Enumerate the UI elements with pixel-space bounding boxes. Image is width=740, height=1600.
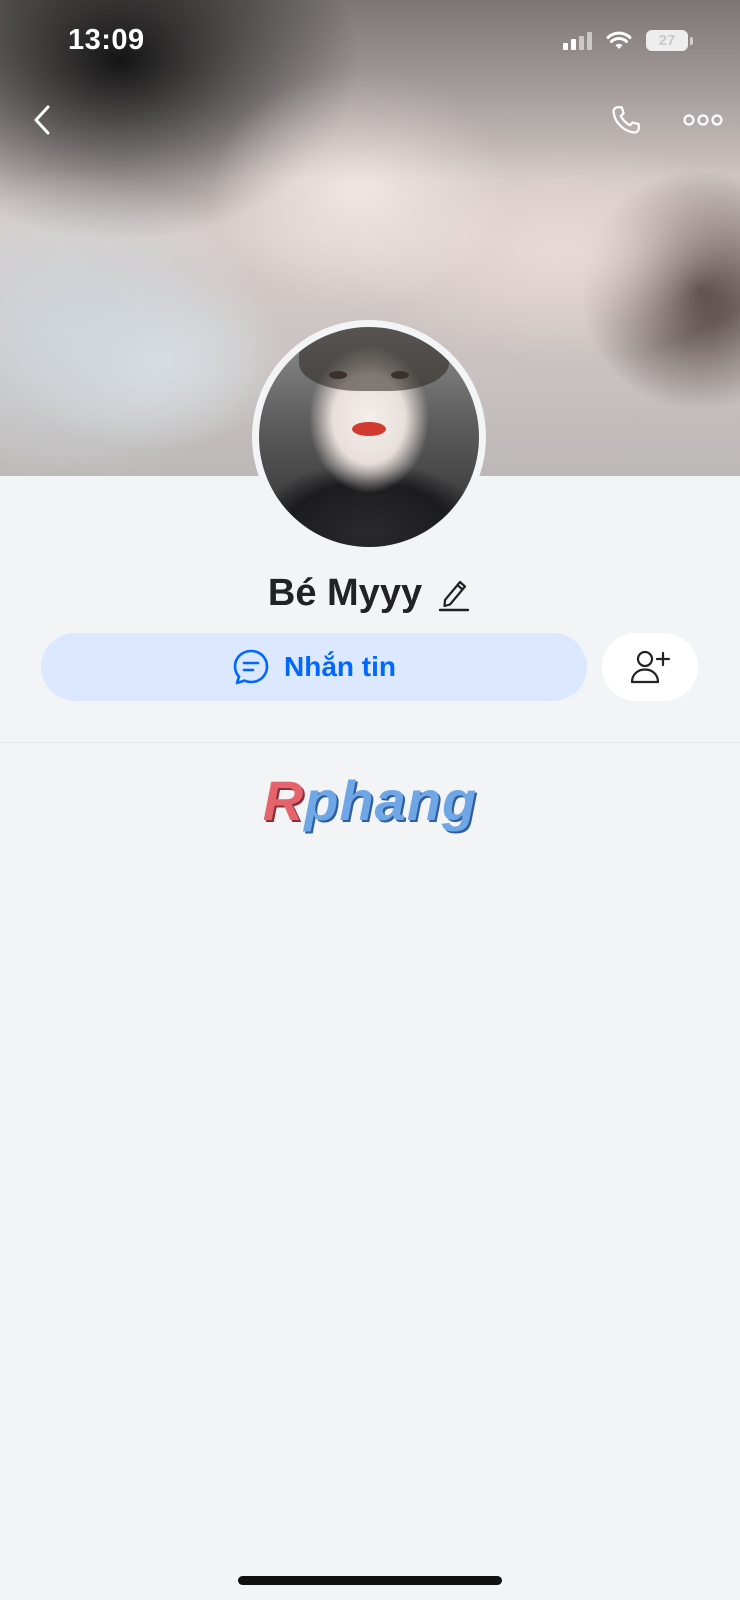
- chat-bubble-icon: [233, 649, 269, 685]
- home-indicator[interactable]: [238, 1576, 502, 1585]
- watermark-logo: Rphang: [0, 768, 740, 833]
- phone-icon: [612, 106, 640, 134]
- add-friend-button[interactable]: [602, 633, 698, 701]
- more-horizontal-icon: [683, 114, 723, 126]
- back-button[interactable]: [22, 98, 62, 142]
- signal-icon: [563, 31, 592, 50]
- profile-name-row: Bé Myyy: [0, 572, 740, 615]
- watermark-first-letter: R: [262, 769, 305, 832]
- status-time: 13:09: [68, 24, 145, 56]
- avatar-frame[interactable]: [252, 320, 486, 554]
- call-button[interactable]: [604, 98, 648, 142]
- avatar-hair: [299, 327, 449, 391]
- status-bar: 13:09 27: [0, 0, 740, 84]
- wifi-icon: [606, 31, 632, 49]
- edit-name-button[interactable]: [436, 574, 472, 614]
- message-button[interactable]: Nhắn tin: [41, 633, 587, 701]
- profile-name: Bé Myyy: [267, 572, 423, 614]
- chevron-left-icon: [34, 105, 50, 135]
- watermark-text: phang: [304, 769, 478, 832]
- section-divider: [0, 742, 740, 743]
- avatar-eye-left: [329, 371, 347, 379]
- pencil-icon: [438, 580, 470, 611]
- avatar-lips: [352, 422, 386, 436]
- battery-indicator: 27: [646, 30, 693, 51]
- status-icons: 27: [563, 30, 693, 51]
- message-button-label: Nhắn tin: [284, 651, 396, 682]
- avatar-eye-right: [391, 371, 409, 379]
- more-options-button[interactable]: [678, 98, 728, 142]
- avatar[interactable]: [259, 327, 479, 547]
- add-user-icon: [630, 650, 671, 684]
